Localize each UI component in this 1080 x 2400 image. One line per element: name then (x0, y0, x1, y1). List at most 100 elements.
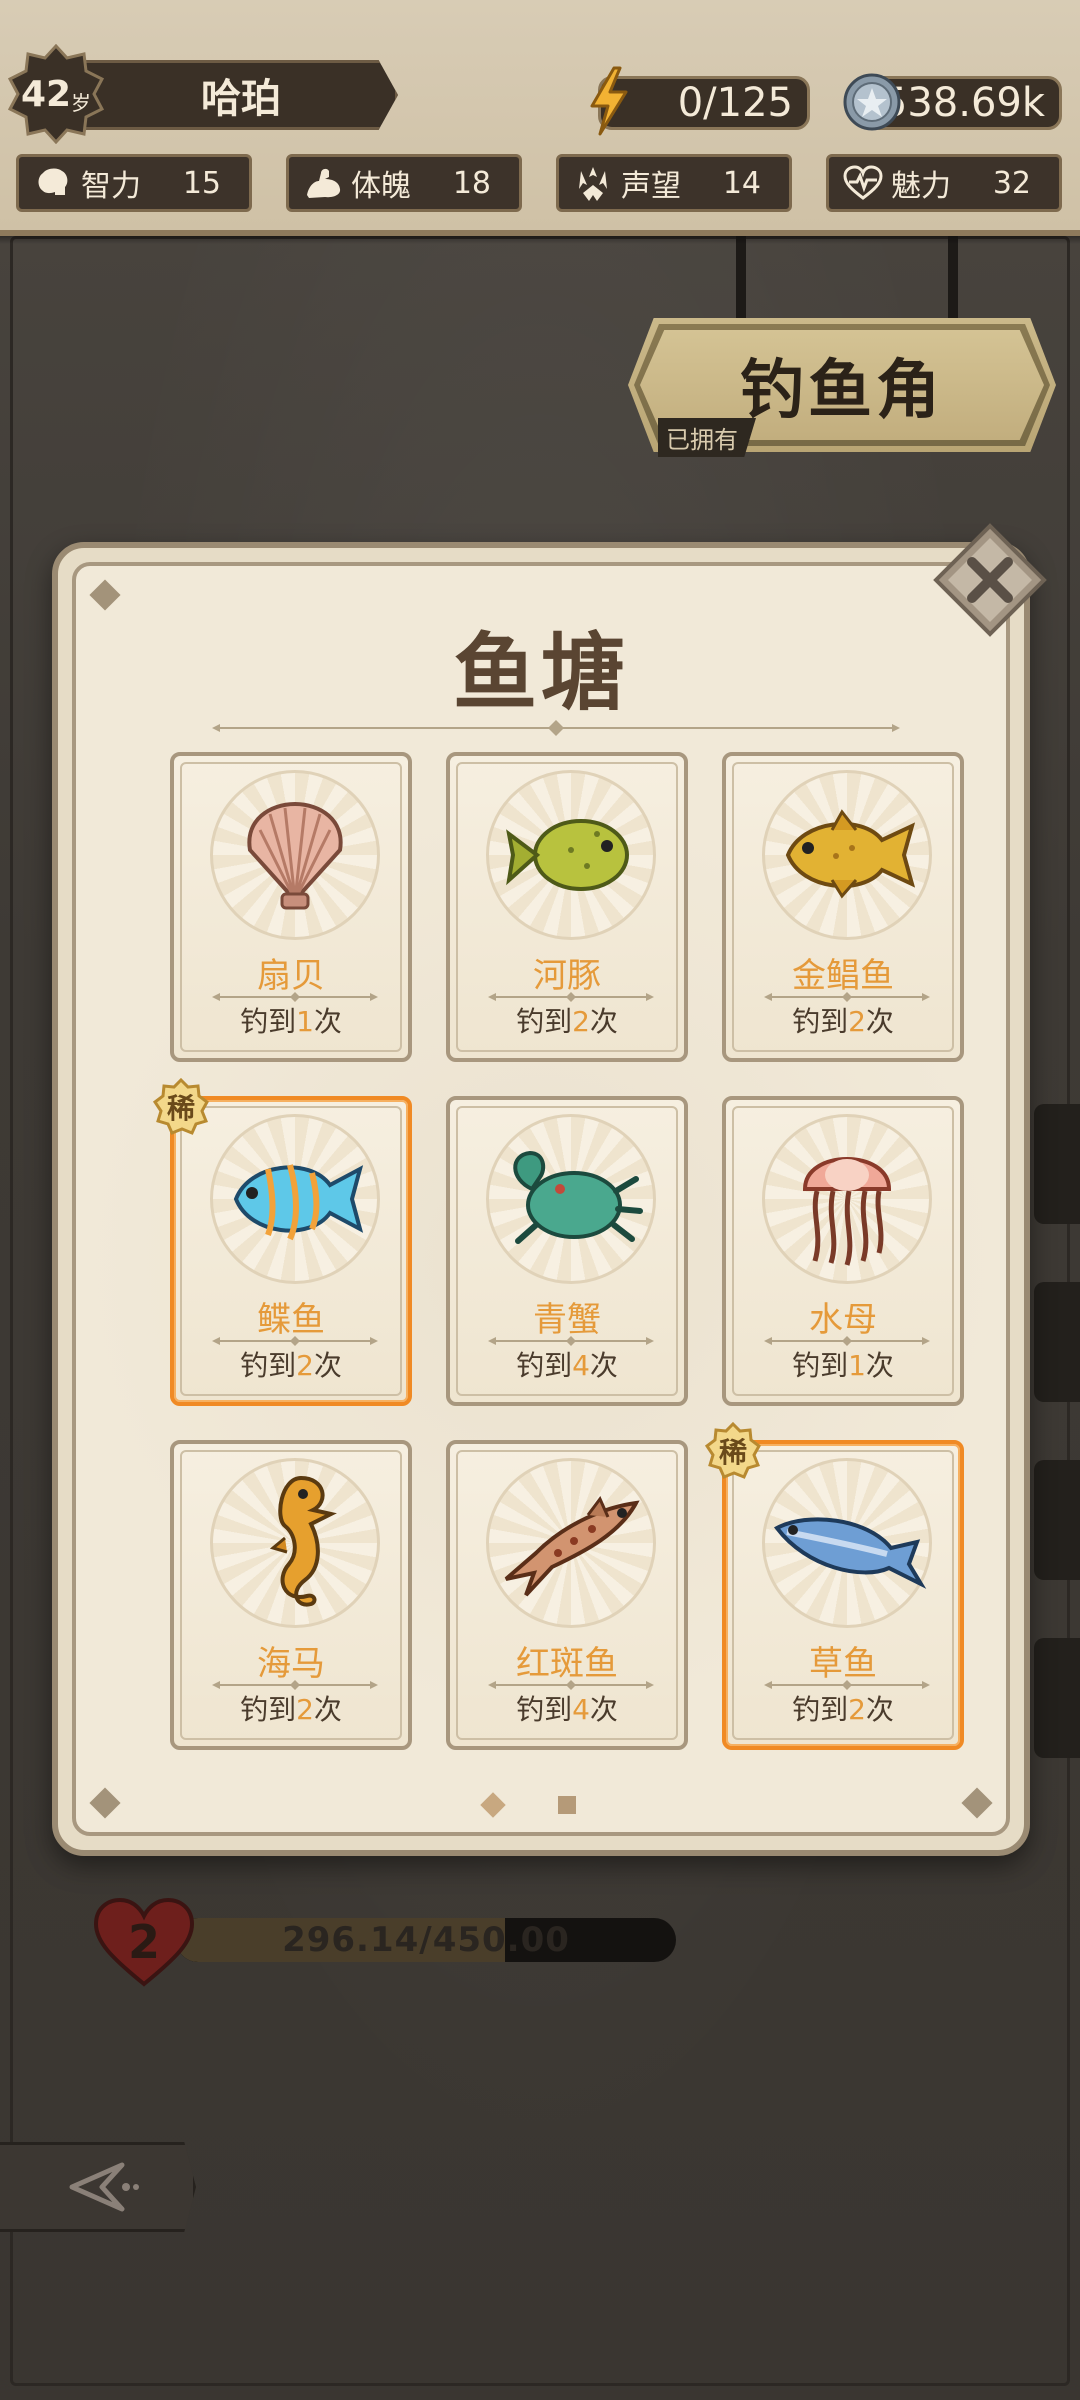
rare-badge: 稀 (704, 1422, 762, 1480)
close-button[interactable] (932, 522, 1048, 638)
stat-value: 32 (992, 165, 1031, 201)
catch-number: 2 (296, 1693, 314, 1726)
side-tab-3[interactable] (1034, 1460, 1080, 1580)
card-divider (762, 1676, 932, 1690)
back-arrow-icon (69, 2162, 139, 2212)
card-divider (486, 1332, 656, 1346)
grass-carp-icon (762, 1458, 932, 1628)
side-tab-4[interactable] (1034, 1638, 1080, 1758)
crown-laurel-icon (571, 161, 615, 205)
player-name-plate[interactable]: 哈珀 (74, 60, 398, 130)
stat-reputation[interactable]: 声望 14 (556, 154, 792, 212)
energy-value: 0/125 (677, 80, 793, 126)
catch-suffix: 次 (865, 1693, 894, 1726)
catch-number: 2 (296, 1349, 314, 1382)
catch-prefix: 钓到 (792, 1349, 849, 1382)
muscle-arm-icon (301, 161, 345, 205)
card-divider (486, 988, 656, 1002)
dialog-title: 鱼塘 (452, 623, 629, 722)
location-title: 钓鱼角 (740, 354, 944, 428)
fish-pond-dialog: 鱼塘 扇贝 钓到1次 河豚 钓到2次 金鲳鱼 钓到2次 鲽鱼 钓到2次稀青蟹 钓到4次 水母 钓到1… (52, 542, 1030, 1856)
page-dot-active[interactable] (480, 1792, 506, 1818)
stat-value: 15 (182, 165, 221, 201)
age-badge: 42 岁 (6, 44, 106, 144)
catch-number: 4 (572, 1693, 590, 1726)
stat-intelligence[interactable]: 智力 15 (16, 154, 252, 212)
catch-count: 钓到2次 (726, 1688, 960, 1728)
fish-card[interactable]: 扇贝 钓到1次 (170, 752, 412, 1062)
lightning-icon (590, 66, 628, 136)
catch-prefix: 钓到 (516, 1693, 573, 1726)
catch-prefix: 钓到 (516, 1005, 573, 1038)
card-divider (762, 1332, 932, 1346)
catch-count: 钓到4次 (450, 1344, 684, 1384)
top-hud: 哈珀 42 岁 0/125 538.69k 智力 15 体魄 18 声望 14 … (0, 0, 1080, 244)
catch-number: 2 (848, 1005, 866, 1038)
stat-label: 智力 (81, 169, 141, 204)
catch-count: 钓到2次 (450, 1000, 684, 1040)
rare-label: 稀 (718, 1436, 747, 1469)
stat-label: 声望 (621, 169, 681, 204)
fish-card[interactable]: 青蟹 钓到4次 (446, 1096, 688, 1406)
scallop-icon (210, 770, 380, 940)
card-divider (210, 988, 380, 1002)
silver-coin-icon (843, 73, 901, 131)
fish-card[interactable]: 水母 钓到1次 (722, 1096, 964, 1406)
pufferfish-icon (486, 770, 656, 940)
card-divider (486, 1676, 656, 1690)
age-unit: 岁 (71, 90, 92, 115)
catch-number: 1 (296, 1005, 314, 1038)
fish-card[interactable]: 草鱼 钓到2次稀 (704, 1422, 964, 1750)
fish-card[interactable]: 红斑鱼 钓到4次 (446, 1440, 688, 1750)
catch-count: 钓到1次 (174, 1000, 408, 1040)
page-dot[interactable] (558, 1796, 576, 1814)
catch-suffix: 次 (313, 1693, 342, 1726)
catch-prefix: 钓到 (240, 1349, 297, 1382)
stat-value: 18 (452, 165, 491, 201)
catch-number: 4 (572, 1349, 590, 1382)
close-icon (933, 523, 1047, 637)
catch-suffix: 次 (865, 1005, 894, 1038)
side-tab-2[interactable] (1034, 1282, 1080, 1402)
title-divider (212, 720, 900, 736)
health-text: 296.14/450.00 (282, 1920, 570, 1960)
page-indicator (76, 1790, 1006, 1820)
catch-count: 钓到2次 (174, 1344, 408, 1384)
stat-physique[interactable]: 体魄 18 (286, 154, 522, 212)
catch-number: 2 (572, 1005, 590, 1038)
currency-value: 538.69k (881, 80, 1045, 126)
side-tab-1[interactable] (1034, 1104, 1080, 1224)
fish-grid: 扇贝 钓到1次 河豚 钓到2次 金鲳鱼 钓到2次 鲽鱼 钓到2次稀青蟹 钓到4次 水母 钓到1次 海马… (152, 752, 964, 1750)
catch-count: 钓到2次 (174, 1688, 408, 1728)
catch-number: 2 (848, 1693, 866, 1726)
jellyfish-icon (762, 1114, 932, 1284)
catch-suffix: 次 (589, 1349, 618, 1382)
catch-prefix: 钓到 (240, 1693, 297, 1726)
seahorse-icon (210, 1458, 380, 1628)
catch-count: 钓到1次 (726, 1344, 960, 1384)
golden-pompano-icon (762, 770, 932, 940)
stat-label: 魅力 (891, 169, 951, 204)
card-divider (210, 1676, 380, 1690)
card-divider (762, 988, 932, 1002)
stat-label: 体魄 (351, 169, 411, 204)
catch-prefix: 钓到 (240, 1005, 297, 1038)
rare-badge: 稀 (152, 1078, 210, 1136)
stat-value: 14 (722, 165, 761, 201)
fish-card[interactable]: 金鲳鱼 钓到2次 (722, 752, 964, 1062)
catch-suffix: 次 (589, 1693, 618, 1726)
player-name: 哈珀 (201, 76, 281, 122)
health-row: 296.14/450.00 2 (92, 1896, 692, 1987)
rare-label: 稀 (166, 1092, 195, 1125)
stat-charm[interactable]: 魅力 32 (826, 154, 1062, 212)
health-bar: 296.14/450.00 (176, 1918, 676, 1962)
back-button[interactable] (0, 2142, 196, 2232)
health-level: 2 (127, 1915, 160, 1969)
fish-card[interactable]: 海马 钓到2次 (170, 1440, 412, 1750)
heartbeat-icon (841, 161, 885, 205)
green-crab-icon (486, 1114, 656, 1284)
fish-card[interactable]: 鲽鱼 钓到2次稀 (152, 1078, 412, 1406)
fish-card[interactable]: 河豚 钓到2次 (446, 752, 688, 1062)
catch-suffix: 次 (589, 1005, 618, 1038)
catch-number: 1 (848, 1349, 866, 1382)
